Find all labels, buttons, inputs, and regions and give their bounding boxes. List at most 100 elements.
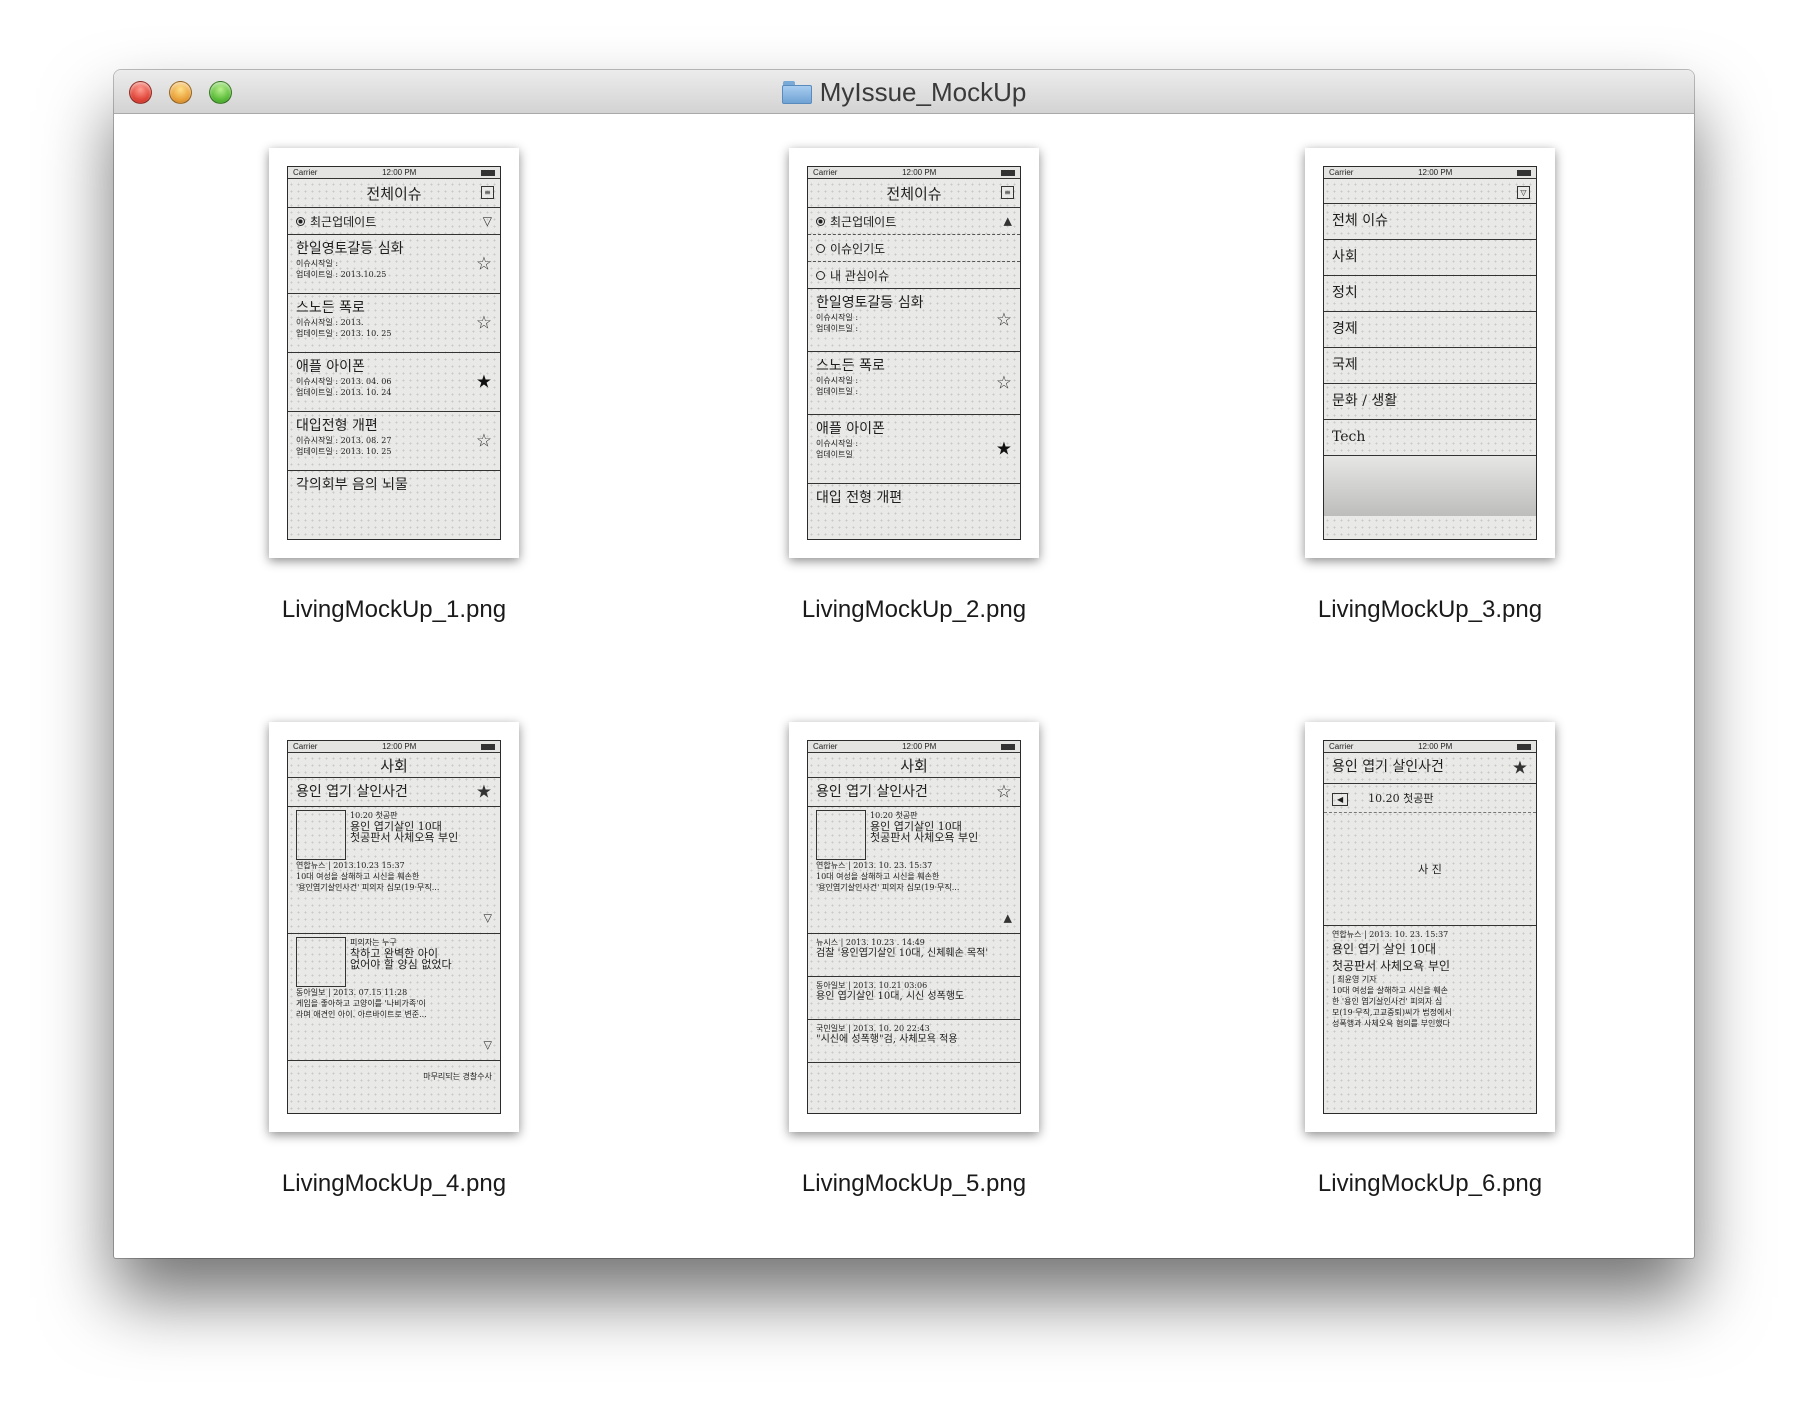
radio-icon bbox=[816, 217, 825, 226]
time-label: 12:00 PM bbox=[902, 168, 937, 177]
battery-icon bbox=[1000, 169, 1015, 176]
issue-header: 용인 엽기 살인사건 ★ bbox=[288, 778, 500, 807]
menu-item: 정치 bbox=[1324, 276, 1536, 312]
article-source: 연합뉴스 | 2013.10.23 15:37 bbox=[296, 861, 405, 870]
news-source: 뉴시스 | 2013. 10.23 . 14:49 bbox=[816, 938, 925, 947]
status-bar: Carrier 12:00 PM bbox=[808, 167, 1020, 179]
article-headline: 첫공판서 사체오욕 부인 bbox=[350, 831, 459, 844]
article-body: 모(19·무직,고교중퇴)씨가 법정에서 bbox=[1332, 1008, 1452, 1017]
issue-update: 업데이트일 : 2013. 10. 25 bbox=[296, 447, 392, 456]
issue-title: 스노든 폭로 bbox=[296, 300, 365, 316]
issue-start: 이슈시작일 : 2013. 04. 06 bbox=[296, 377, 392, 386]
dropdown-icon: ▽ bbox=[1517, 186, 1530, 199]
file-grid: Carrier 12:00 PM 전체이슈 ≡ 최근업데이트 ▽ 한일영토갈등 심화 이… bbox=[114, 114, 1694, 1258]
issue-start: 이슈시작일 : 2013. bbox=[296, 318, 364, 327]
issue-title: 대입 전형 개편 bbox=[816, 490, 903, 506]
article-body: '용인엽기살인사건' 피의자 심모(19·무직... bbox=[296, 883, 440, 892]
star-icon: ☆ bbox=[475, 253, 492, 275]
article-body: 10대 여성을 살해하고 시신을 훼손한 bbox=[816, 872, 940, 881]
mockup-phone: Carrier 12:00 PM 전체이슈 ≡ 최근업데이트 ▽ 한일영토갈등 심화 이… bbox=[287, 166, 501, 540]
carrier-label: Carrier bbox=[293, 742, 318, 751]
mockup-phone: Carrier 12:00 PM 용인 엽기 살인사건 ★ ◀ 10.20 첫공판 사… bbox=[1323, 740, 1537, 1114]
carrier-label: Carrier bbox=[293, 168, 318, 177]
issue-update: 업데이트일 bbox=[816, 450, 853, 459]
article-body: 10대 여성을 살해하고 시신을 훼손 bbox=[1332, 986, 1449, 995]
file-thumbnail[interactable]: Carrier 12:00 PM 사회 용인 엽기 살인사건 ☆ 10.20 첫공판… bbox=[789, 722, 1039, 1132]
expand-icon: ▽ bbox=[483, 1038, 492, 1052]
file-name[interactable]: LivingMockUp_4.png bbox=[224, 1170, 564, 1198]
file-thumbnail[interactable]: Carrier 12:00 PM ▽ 전체 이슈 사회 정치 경제 국제 문화 /… bbox=[1305, 148, 1555, 558]
issue-title: 한일영토갈등 심화 bbox=[816, 295, 924, 311]
file-name[interactable]: LivingMockUp_5.png bbox=[744, 1170, 1084, 1198]
file-name[interactable]: LivingMockUp_2.png bbox=[744, 596, 1084, 624]
article-source: 연합뉴스 | 2013. 10. 23. 15:37 bbox=[816, 861, 933, 870]
issue-row: 한일영토갈등 심화 이슈시작일 : 업데이트일 : 2013.10.25 ☆ bbox=[288, 235, 500, 294]
image-placeholder bbox=[296, 810, 346, 860]
issue-title: 한일영토갈등 심화 bbox=[296, 241, 404, 257]
issue-update: 업데이트일 : 2013. 10. 25 bbox=[296, 329, 392, 338]
time-label: 12:00 PM bbox=[902, 742, 937, 751]
file-name[interactable]: LivingMockUp_3.png bbox=[1260, 596, 1600, 624]
status-bar: Carrier 12:00 PM bbox=[288, 167, 500, 179]
mockup-title-text: 전체이슈 bbox=[886, 184, 942, 203]
article-body: 10대 여성을 살해하고 시신을 훼손한 bbox=[296, 872, 420, 881]
news-headline: 검찰 '용인엽기살인 10대, 신체훼손 목적' bbox=[816, 948, 989, 959]
issue-title: 용인 엽기 살인사건 bbox=[816, 784, 928, 800]
time-label: 12:00 PM bbox=[1418, 168, 1453, 177]
time-label: 12:00 PM bbox=[1418, 742, 1453, 751]
issue-row: 애플 아이폰 이슈시작일 : 2013. 04. 06 업데이트일 : 2013. … bbox=[288, 353, 500, 412]
battery-icon bbox=[1516, 743, 1531, 750]
menu-item: 사회 bbox=[1324, 240, 1536, 276]
article-body: 성폭행과 사체오욕 혐의를 부인했다 bbox=[1332, 1019, 1451, 1028]
issue-row: 스노든 폭로이슈시작일 : 2013. 업데이트일 : 2013. 10. 25 ☆ bbox=[288, 294, 500, 353]
sort-option-label: 내 관심이슈 bbox=[830, 269, 890, 283]
issue-start: 이슈시작일 : bbox=[296, 259, 339, 268]
title-bar[interactable]: MyIssue_MockUp bbox=[114, 70, 1694, 114]
window-title: MyIssue_MockUp bbox=[114, 77, 1694, 107]
star-icon: ☆ bbox=[995, 372, 1012, 394]
article-body: 라며 애견인 아이. 아르바이트로 변준... bbox=[296, 1010, 427, 1019]
mockup-title-text: 전체이슈 bbox=[366, 184, 422, 203]
menu-item: 경제 bbox=[1324, 312, 1536, 348]
issue-row: 대입전형 개편 이슈시작일 : 2013. 08. 27 업데이트일 : 2013.… bbox=[288, 412, 500, 471]
news-source: 국민일보 | 2013. 10. 20 22:43 bbox=[816, 1024, 930, 1033]
mockup-title-text: 사회 bbox=[380, 756, 408, 775]
star-filled-icon: ★ bbox=[995, 438, 1012, 460]
article-headline: 마무리되는 경찰수사 bbox=[423, 1072, 492, 1081]
news-source: 동아일보 | 2013. 10.21 03:06 bbox=[816, 981, 928, 990]
back-icon: ◀ bbox=[1332, 793, 1349, 806]
menu-item-label: 사회 bbox=[1332, 249, 1358, 265]
mockup-phone: Carrier 12:00 PM 사회 용인 엽기 살인사건 ☆ 10.20 첫공판… bbox=[807, 740, 1021, 1114]
star-icon: ☆ bbox=[475, 312, 492, 334]
sort-option-label: 이슈인기도 bbox=[830, 242, 886, 256]
issue-row: 대입 전형 개편 bbox=[808, 484, 1020, 510]
article-headline: 첫공판서 사체오욕 부인 bbox=[1332, 959, 1451, 973]
file-thumbnail[interactable]: Carrier 12:00 PM 전체이슈 ≡ 최근업데이트 ▽ 한일영토갈등 심화 이… bbox=[269, 148, 519, 558]
sort-option: 이슈인기도 bbox=[808, 235, 1020, 262]
issue-title: 각의회부 음의 뇌물 bbox=[296, 477, 408, 493]
time-label: 12:00 PM bbox=[382, 168, 417, 177]
news-item: 뉴시스 | 2013. 10.23 . 14:49 검찰 '용인엽기살인 10대,… bbox=[808, 934, 1020, 977]
detail-nav: ◀ 10.20 첫공판 bbox=[1324, 784, 1536, 813]
menu-icon: ≡ bbox=[1001, 186, 1014, 199]
photo-placeholder: 사 진 bbox=[1324, 813, 1536, 926]
mockup-phone: Carrier 12:00 PM ▽ 전체 이슈 사회 정치 경제 국제 문화 /… bbox=[1323, 166, 1537, 540]
article-reporter: | 최윤영 기자 bbox=[1332, 975, 1377, 984]
sort-option-label: 최근업데이트 bbox=[830, 215, 897, 229]
file-thumbnail[interactable]: Carrier 12:00 PM 용인 엽기 살인사건 ★ ◀ 10.20 첫공판 사… bbox=[1305, 722, 1555, 1132]
menu-item-label: 문화 / 생활 bbox=[1332, 393, 1398, 409]
file-name[interactable]: LivingMockUp_1.png bbox=[224, 596, 564, 624]
sort-row: 최근업데이트 ▽ bbox=[288, 208, 500, 235]
issue-update: 업데이트일 : bbox=[816, 324, 859, 333]
menu-item-label: Tech bbox=[1332, 429, 1366, 445]
issue-header: 용인 엽기 살인사건 ☆ bbox=[808, 778, 1020, 807]
issue-row: 애플 아이폰 이슈시작일 : 업데이트일 ★ bbox=[808, 415, 1020, 484]
news-item: 동아일보 | 2013. 10.21 03:06 용인 엽기살인 10대, 시신 … bbox=[808, 977, 1020, 1020]
issue-start: 이슈시작일 : 2013. 08. 27 bbox=[296, 436, 392, 445]
menu-item: 국제 bbox=[1324, 348, 1536, 384]
issue-row: 한일영토갈등 심화 이슈시작일 : 업데이트일 : ☆ bbox=[808, 289, 1020, 352]
file-thumbnail[interactable]: Carrier 12:00 PM 사회 용인 엽기 살인사건 ★ 10.20 첫공판… bbox=[269, 722, 519, 1132]
file-thumbnail[interactable]: Carrier 12:00 PM 전체이슈 ≡ 최근업데이트 ▲ 이슈인기도 내 관심… bbox=[789, 148, 1039, 558]
file-name[interactable]: LivingMockUp_6.png bbox=[1260, 1170, 1600, 1198]
news-item: 국민일보 | 2013. 10. 20 22:43 "시신에 성폭행"검, 사체모… bbox=[808, 1020, 1020, 1063]
